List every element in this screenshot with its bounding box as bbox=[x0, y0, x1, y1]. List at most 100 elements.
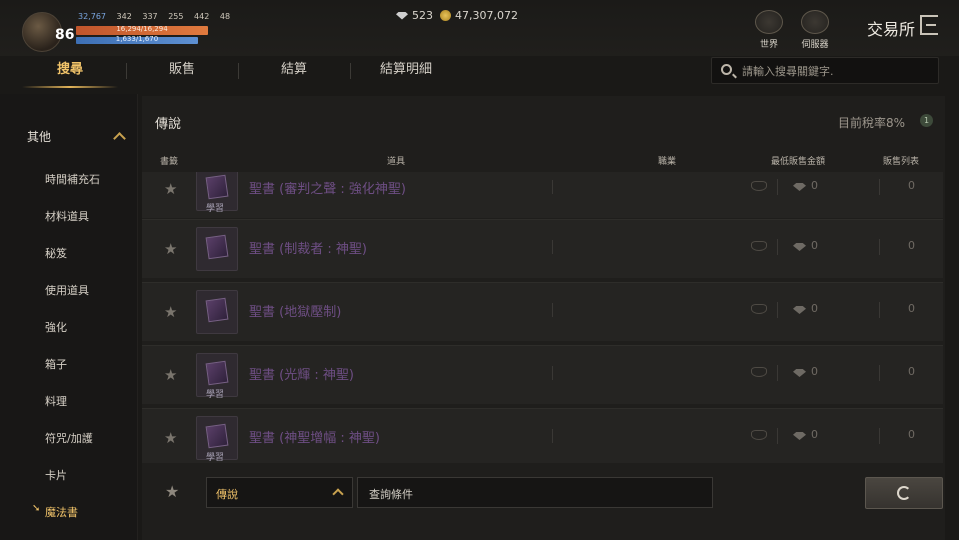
search-box bbox=[711, 57, 939, 84]
player-stats: 32,767 342 337 255 442 48 bbox=[78, 12, 238, 21]
sidebar-item-enhance[interactable]: 強化 bbox=[45, 319, 67, 335]
class-crest-icon bbox=[751, 181, 767, 191]
stat-6: 48 bbox=[219, 12, 231, 21]
sale-count: 0 bbox=[908, 428, 915, 441]
table-row[interactable]: ★ 學習 聖書 (神聖增幅 : 神聖) 0 0 bbox=[142, 408, 943, 463]
job-column bbox=[552, 366, 742, 380]
selected-arrow-icon: ➘ bbox=[32, 503, 41, 514]
gem-currency: 523 bbox=[396, 9, 433, 22]
panel-title: 傳說 bbox=[155, 117, 182, 132]
search-icon bbox=[721, 64, 732, 75]
hp-bar: 16,294/16,294 bbox=[76, 25, 208, 35]
server-label: 伺服器 bbox=[801, 40, 829, 50]
grade-value: 傳說 bbox=[216, 488, 238, 501]
item-name: 聖書 (審判之聲 : 強化神聖) bbox=[249, 182, 406, 197]
table-row[interactable]: ★ 聖書 (制裁者 : 神聖) 0 0 bbox=[142, 219, 943, 278]
server-icon[interactable] bbox=[801, 10, 829, 34]
gem-amount: 523 bbox=[412, 9, 433, 22]
world-icon[interactable] bbox=[755, 10, 783, 34]
header-item: 道具 bbox=[387, 157, 406, 167]
class-crest-icon bbox=[751, 304, 767, 314]
stat-3: 337 bbox=[142, 12, 158, 21]
min-price: 0 bbox=[811, 365, 818, 378]
main-tabs: 搜尋 販售 結算 結算明細 bbox=[14, 56, 462, 88]
tab-search[interactable]: 搜尋 bbox=[14, 56, 126, 88]
gem-icon bbox=[793, 243, 806, 251]
gold-amount: 47,307,072 bbox=[455, 9, 518, 22]
sale-count: 0 bbox=[908, 239, 915, 252]
divider bbox=[879, 428, 880, 444]
tab-settle-detail[interactable]: 結算明細 bbox=[350, 56, 462, 86]
stat-4: 255 bbox=[168, 12, 184, 21]
min-price: 0 bbox=[811, 239, 818, 252]
table-row[interactable]: ★ 聖書 (地獄壓制) 0 0 bbox=[142, 282, 943, 341]
divider bbox=[879, 302, 880, 318]
tab-settle[interactable]: 結算 bbox=[238, 56, 350, 86]
query-label: 查詢條件 bbox=[369, 488, 413, 501]
bookmark-star-icon[interactable]: ★ bbox=[164, 429, 177, 447]
sidebar-item-charms[interactable]: 符咒/加護 bbox=[45, 430, 93, 446]
class-crest-icon bbox=[751, 367, 767, 377]
class-crest-icon bbox=[751, 241, 767, 251]
bookmark-filter-star-icon[interactable]: ★ bbox=[165, 482, 179, 501]
table-row[interactable]: ★ 學習 聖書 (審判之聲 : 強化神聖) 0 0 bbox=[142, 172, 943, 218]
gem-icon bbox=[793, 369, 806, 377]
gem-icon bbox=[396, 11, 408, 20]
tab-sell[interactable]: 販售 bbox=[126, 56, 238, 86]
sidebar-item-boxes[interactable]: 箱子 bbox=[45, 356, 67, 372]
divider bbox=[879, 179, 880, 195]
chevron-up-icon[interactable] bbox=[113, 132, 126, 145]
sidebar-item-cards[interactable]: 卡片 bbox=[45, 467, 67, 483]
magic-book-icon bbox=[196, 290, 238, 334]
learn-tag: 學習 bbox=[206, 453, 225, 463]
tax-info-icon[interactable]: 1 bbox=[920, 114, 933, 127]
sidebar-item-magic-book[interactable]: 魔法書 bbox=[45, 504, 78, 520]
header-job: 職業 bbox=[658, 157, 677, 167]
bookmark-star-icon[interactable]: ★ bbox=[164, 366, 177, 384]
divider bbox=[777, 302, 778, 318]
sidebar-item-consumables[interactable]: 使用道具 bbox=[45, 282, 89, 298]
sale-count: 0 bbox=[908, 179, 915, 192]
sidebar-item-secret-book[interactable]: 秘笈 bbox=[45, 245, 67, 261]
job-column bbox=[552, 429, 742, 443]
bookmark-star-icon[interactable]: ★ bbox=[164, 180, 177, 198]
min-price: 0 bbox=[811, 179, 818, 192]
exit-icon[interactable] bbox=[920, 15, 938, 35]
divider bbox=[777, 365, 778, 381]
stat-2: 342 bbox=[116, 12, 132, 21]
job-column bbox=[552, 180, 742, 194]
min-price: 0 bbox=[811, 428, 818, 441]
sidebar-item-cooking[interactable]: 料理 bbox=[45, 393, 67, 409]
refresh-button[interactable] bbox=[865, 477, 943, 509]
magic-book-icon bbox=[196, 227, 238, 271]
stat-1: 32,767 bbox=[78, 12, 106, 21]
gem-icon bbox=[793, 306, 806, 314]
grade-dropdown[interactable]: 傳說 bbox=[206, 477, 353, 508]
job-column bbox=[552, 240, 742, 254]
bookmark-star-icon[interactable]: ★ bbox=[164, 303, 177, 321]
tax-rate: 目前稅率8% bbox=[838, 116, 906, 130]
item-list: ★ 學習 聖書 (審判之聲 : 強化神聖) 0 0 ★ 聖書 (制裁者 : 神聖… bbox=[142, 172, 945, 463]
item-name: 聖書 (光輝 : 神聖) bbox=[249, 368, 354, 383]
learn-tag: 學習 bbox=[206, 390, 225, 400]
item-name: 聖書 (制裁者 : 神聖) bbox=[249, 242, 367, 257]
gold-currency: 47,307,072 bbox=[440, 9, 518, 22]
sidebar-item-time-stone[interactable]: 時間補充石 bbox=[45, 171, 100, 187]
window-title: 交易所 bbox=[867, 20, 916, 39]
search-input[interactable] bbox=[742, 62, 932, 80]
header-min-price[interactable]: 最低販售金額 bbox=[771, 154, 825, 167]
sale-count: 0 bbox=[908, 302, 915, 315]
divider bbox=[879, 365, 880, 381]
header-sale-list[interactable]: 販售列表 bbox=[883, 154, 919, 167]
category-header[interactable]: 其他 bbox=[27, 128, 51, 145]
table-row[interactable]: ★ 學習 聖書 (光輝 : 神聖) 0 0 bbox=[142, 345, 943, 404]
min-price: 0 bbox=[811, 302, 818, 315]
stat-5: 442 bbox=[194, 12, 210, 21]
sidebar-item-materials[interactable]: 材料道具 bbox=[45, 208, 89, 224]
refresh-icon bbox=[897, 486, 911, 500]
bookmark-star-icon[interactable]: ★ bbox=[164, 240, 177, 258]
item-name: 聖書 (地獄壓制) bbox=[249, 305, 342, 320]
divider bbox=[777, 179, 778, 195]
item-name: 聖書 (神聖增幅 : 神聖) bbox=[249, 431, 380, 446]
query-conditions-button[interactable]: 查詢條件 bbox=[357, 477, 713, 508]
